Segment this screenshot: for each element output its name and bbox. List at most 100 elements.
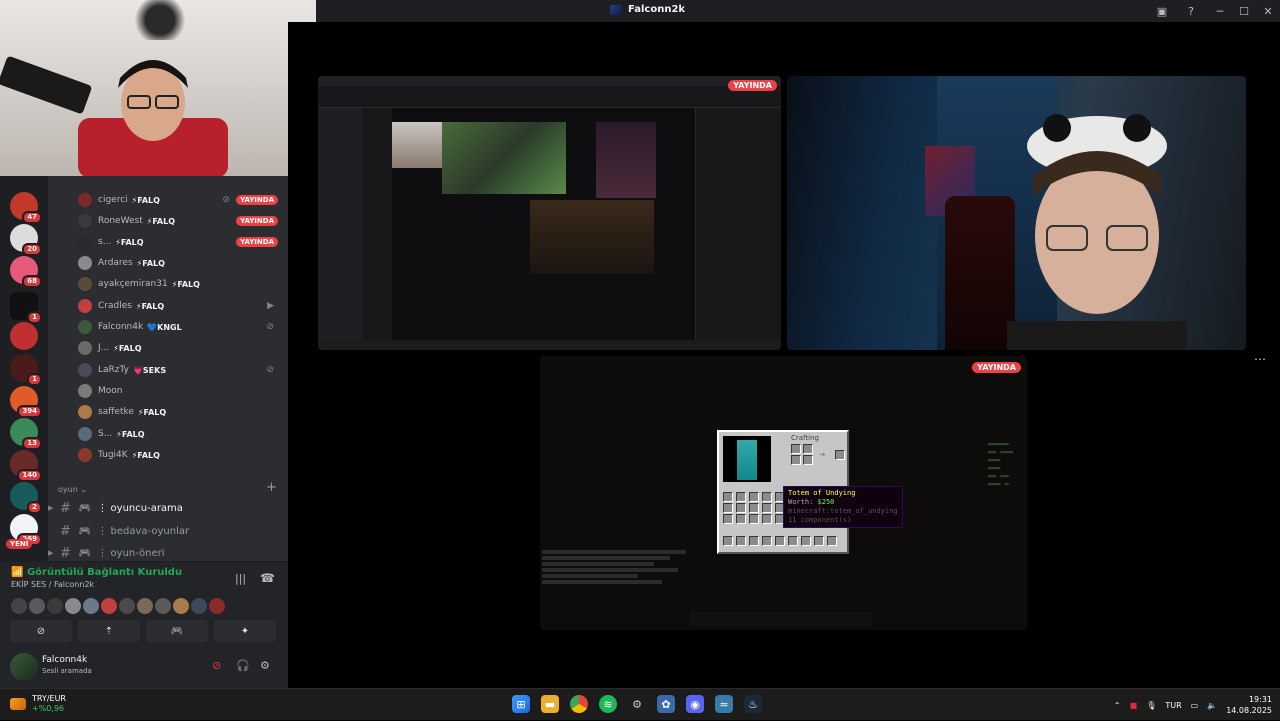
muted-icon: ⊘ xyxy=(266,365,274,375)
channel-oyun-oneri[interactable]: ▶ # 🎮 ⋮ oyun-öneri xyxy=(48,543,288,563)
clock[interactable]: 19:31 14.08.2025 xyxy=(1226,694,1272,716)
language-indicator[interactable]: TUR xyxy=(1165,701,1181,710)
live-badge[interactable]: YAYINDA xyxy=(236,195,278,205)
screen-share-button[interactable]: ⇡ xyxy=(78,620,140,642)
voice-user[interactable]: cigerci ⚡FALQ ⊘ YAYINDA xyxy=(78,190,288,210)
voice-user[interactable]: Ardares ⚡FALQ xyxy=(78,253,288,273)
stream-tile-screen[interactable]: YAYINDA xyxy=(318,76,781,350)
network-icon[interactable]: ▭ xyxy=(1191,701,1199,710)
chevron-up-icon[interactable]: ⌃ xyxy=(1114,701,1121,710)
voice-channel-path[interactable]: EKİP SES / Falconn2k xyxy=(11,580,94,589)
channel-oyuncu-arama[interactable]: ▶ # 🎮 ⋮ oyuncu-arama xyxy=(48,498,288,518)
steam-icon[interactable]: ♨ xyxy=(744,695,762,713)
voice-user-tag: 💗SEKS xyxy=(132,365,167,375)
stream-tile-webcam[interactable] xyxy=(787,76,1246,350)
noise-suppression-icon[interactable]: ||| xyxy=(235,572,246,585)
disconnect-icon[interactable]: ☎ xyxy=(260,571,275,585)
live-badge[interactable]: YAYINDA xyxy=(236,216,278,226)
voice-user[interactable]: Cradles ⚡FALQ ▶ xyxy=(78,296,288,316)
server-icon[interactable]: 47 xyxy=(10,192,42,224)
voice-user[interactable]: Tugi4K ⚡FALQ xyxy=(78,445,288,465)
server-icon[interactable]: 20 xyxy=(10,224,42,256)
server-icon[interactable]: 1 xyxy=(10,292,42,324)
voice-user[interactable]: LaRzTy 💗SEKS ⊘ xyxy=(78,360,288,380)
maximize-button[interactable]: ☐ xyxy=(1232,5,1256,18)
arrow-icon: ➜ xyxy=(819,450,826,459)
screen-share-icon[interactable]: ▣ xyxy=(1150,5,1174,18)
minimize-button[interactable]: ─ xyxy=(1208,5,1232,18)
voice-user-name: Tugi4K xyxy=(98,450,128,460)
game-chat-log xyxy=(542,550,702,598)
username[interactable]: Falconn4k xyxy=(42,655,87,665)
category-label: oyun xyxy=(58,485,78,494)
app-icon[interactable]: ≈ xyxy=(715,695,733,713)
avatar xyxy=(78,193,92,207)
channel-name: ⋮ oyun-öneri xyxy=(97,547,165,559)
start-icon[interactable]: ⊞ xyxy=(512,695,530,713)
system-tray: ⌃ ■ 🎙 TUR ▭ 🔈 19:31 14.08.2025 xyxy=(1114,689,1272,721)
server-icon[interactable]: 394 xyxy=(10,386,42,418)
spotify-icon[interactable]: ≋ xyxy=(599,695,617,713)
gear-icon[interactable]: ⚙ xyxy=(260,659,270,672)
voice-user[interactable]: J... ⚡FALQ xyxy=(78,338,288,358)
server-icon[interactable]: 2 xyxy=(10,482,42,514)
mic-muted-icon[interactable]: ⊘ xyxy=(212,659,221,672)
server-icon[interactable]: 1 xyxy=(10,354,42,386)
muted-icon: ⊘ xyxy=(266,322,274,332)
microphone-icon[interactable]: 🎙 xyxy=(1146,701,1156,710)
hash-icon: # xyxy=(60,500,71,516)
worth-value: $250 xyxy=(817,498,835,506)
voice-user-name: s... xyxy=(98,237,112,247)
voice-user[interactable]: S... ⚡FALQ xyxy=(78,424,288,444)
voice-user[interactable]: RoneWest ⚡FALQ YAYINDA xyxy=(78,211,288,231)
server-icon[interactable]: 140 xyxy=(10,450,42,482)
live-badge[interactable]: YAYINDA xyxy=(236,237,278,247)
volume-icon[interactable]: 🔈 xyxy=(1207,701,1217,710)
server-icon[interactable]: 68 xyxy=(10,256,42,288)
mention-badge: 2 xyxy=(27,501,42,514)
tray-app-icon[interactable]: ■ xyxy=(1130,701,1138,710)
avatar[interactable] xyxy=(10,653,38,681)
more-options-icon[interactable]: ⋯ xyxy=(1254,352,1266,366)
voice-user[interactable]: s... ⚡FALQ YAYINDA xyxy=(78,232,288,252)
avatar xyxy=(119,598,135,614)
app-icon[interactable]: ✿ xyxy=(657,695,675,713)
hash-icon: # xyxy=(60,545,71,561)
stream-tile-minecraft[interactable]: YAYINDA ▬▬▬▬▬ ▬▬ ▬▬▬ ▬▬▬ ▬▬▬ ▬▬ ▬▬ ▬▬▬ ▬ Craf… xyxy=(540,356,1027,630)
server-icon[interactable]: 13 xyxy=(10,418,42,450)
soundboard-button[interactable]: ✦ xyxy=(214,620,276,642)
server-icon[interactable]: 269 xyxy=(10,514,42,546)
crafting-output[interactable] xyxy=(835,450,846,460)
stream-chat xyxy=(695,108,781,340)
channel-bedava-oyunlar[interactable]: # 🎮 ⋮ bedava-oyunlar xyxy=(58,521,288,541)
hotbar-grid[interactable] xyxy=(723,536,839,546)
voice-status[interactable]: 📶 Görüntülü Bağlantı Kuruldu xyxy=(11,567,182,578)
discord-icon[interactable]: ◉ xyxy=(686,695,704,713)
app-icon[interactable]: ⚙ xyxy=(628,695,646,713)
server-icon[interactable] xyxy=(10,322,38,350)
crafting-grid[interactable] xyxy=(791,444,814,465)
camera-off-button[interactable]: ⊘ xyxy=(10,620,72,642)
file-explorer-icon[interactable]: ▬ xyxy=(541,695,559,713)
avatar xyxy=(209,598,225,614)
add-channel-icon[interactable]: + xyxy=(266,480,277,495)
help-icon[interactable]: ? xyxy=(1174,5,1208,18)
widgets[interactable]: TRY/EUR +%0,96 xyxy=(10,694,66,714)
voice-user-name: ayakçemiran31 xyxy=(98,279,168,289)
voice-user-name: RoneWest xyxy=(98,216,143,226)
os-taskbar: TRY/EUR +%0,96 ⊞ ▬ ≋ ⚙ ✿ ◉ ≈ ♨ ⌃ ■ 🎙 TUR… xyxy=(0,688,1280,720)
voice-user-name: cigerci xyxy=(98,195,128,205)
activities-button[interactable]: 🎮 xyxy=(146,620,208,642)
voice-user[interactable]: ayakçemiran31 ⚡FALQ xyxy=(78,274,288,294)
avatar xyxy=(78,320,92,334)
voice-user-tag: ⚡FALQ xyxy=(171,279,200,289)
category-header[interactable]: oyun ⌄ xyxy=(58,485,87,494)
item-tooltip: Totem of Undying Worth: $250 minecraft:t… xyxy=(783,486,903,528)
headphones-icon[interactable]: 🎧 xyxy=(236,659,250,672)
voice-user[interactable]: Falconn4k 💙KNGL ⊘ xyxy=(78,317,288,337)
voice-user[interactable]: saffetke ⚡FALQ xyxy=(78,402,288,422)
voice-user[interactable]: Moon xyxy=(78,381,288,401)
chrome-icon[interactable] xyxy=(570,695,588,713)
close-button[interactable]: ✕ xyxy=(1256,5,1280,18)
avatar xyxy=(173,598,189,614)
